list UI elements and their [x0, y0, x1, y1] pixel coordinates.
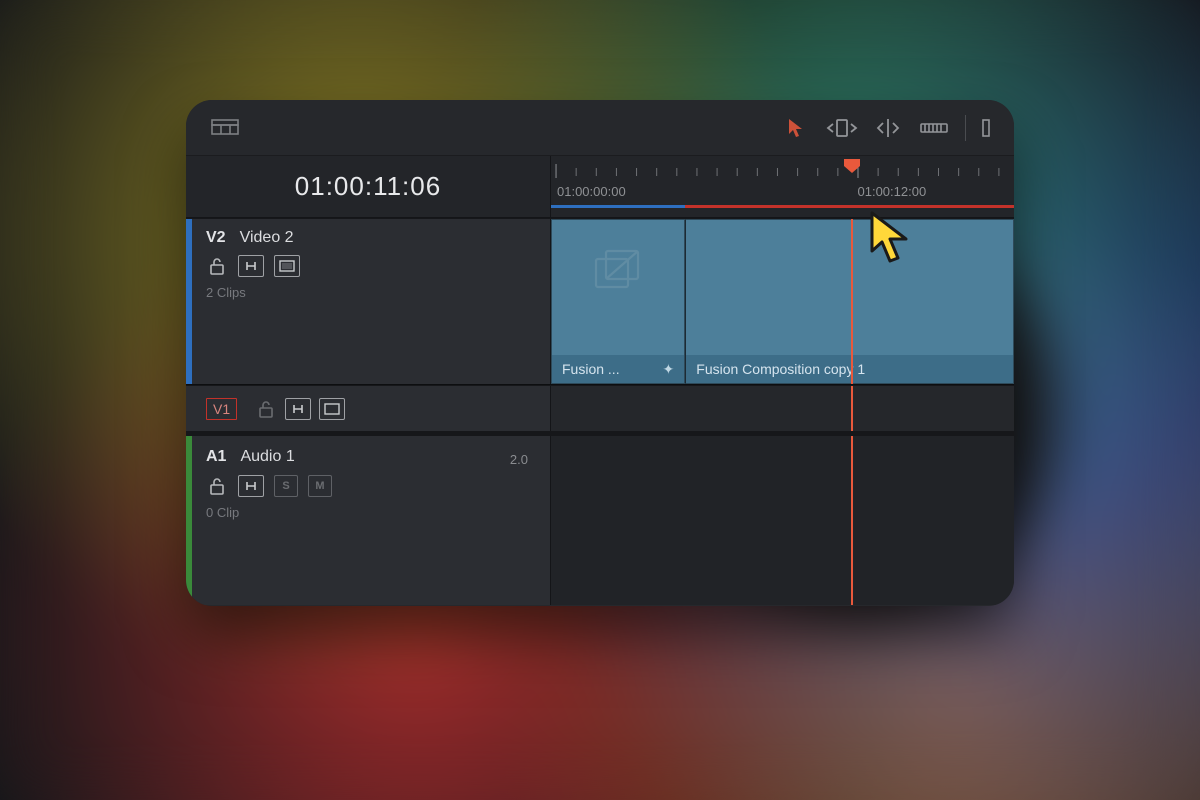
- clip-label-bar: Fusion ... ✦: [552, 355, 684, 383]
- track-lane-v1[interactable]: [551, 386, 1014, 431]
- trim-tool-icon[interactable]: [825, 111, 859, 145]
- track-header-v2[interactable]: V2 Video 2 2 Clips: [186, 219, 551, 384]
- track-id: A1: [206, 448, 226, 466]
- auto-select-icon[interactable]: [285, 398, 311, 420]
- ruler-label: 01:00:00:00: [557, 184, 626, 199]
- more-tools-icon[interactable]: [980, 111, 992, 145]
- clip-name: Fusion Composition copy 1: [696, 361, 865, 377]
- cursor-overlay-icon: [868, 211, 916, 272]
- playhead-marker[interactable]: [843, 158, 861, 174]
- fusion-clip-icon: [592, 249, 644, 298]
- track-id-badge[interactable]: V1: [206, 398, 237, 420]
- clip[interactable]: Fusion Composition copy 1: [685, 219, 1014, 384]
- sparkle-icon: ✦: [663, 361, 675, 378]
- timecode-ruler-row: 01:00:11:06 01:00:00:00 01:00:12:00: [186, 156, 1014, 218]
- ruler-ticks: [551, 162, 1014, 182]
- track-name[interactable]: Audio 1: [240, 448, 294, 466]
- track-header-v1[interactable]: V1: [186, 386, 551, 431]
- playhead-line[interactable]: [851, 386, 853, 431]
- blade-tool-icon[interactable]: [917, 111, 951, 145]
- toolbar-separator: [965, 115, 966, 141]
- dynamic-trim-tool-icon[interactable]: [871, 111, 905, 145]
- selection-tool-icon[interactable]: [779, 111, 813, 145]
- track-lane-v2[interactable]: Fusion ... ✦ Fusion Composition copy 1: [551, 219, 1014, 384]
- track-clip-count: 2 Clips: [206, 285, 536, 300]
- track-enable-icon[interactable]: [274, 255, 300, 277]
- timeline-view-options-icon[interactable]: [208, 111, 242, 145]
- track-enable-icon[interactable]: [319, 398, 345, 420]
- track-clip-count: 0 Clip: [206, 505, 536, 520]
- track-lane-a1[interactable]: [551, 436, 1014, 605]
- track-row-a1: A1 Audio 1 2.0 S M 0 Clip: [186, 435, 1014, 605]
- timeline-toolbar: [186, 100, 1014, 156]
- track-row-v1: V1: [186, 385, 1014, 431]
- auto-select-icon[interactable]: [238, 255, 264, 277]
- ruler-baseline: [551, 205, 1014, 217]
- clip-name: Fusion ...: [562, 361, 620, 377]
- track-name[interactable]: Video 2: [240, 229, 294, 247]
- current-timecode[interactable]: 01:00:11:06: [186, 156, 551, 217]
- clip[interactable]: Fusion ... ✦: [551, 219, 685, 384]
- lock-icon[interactable]: [206, 475, 228, 497]
- ruler-label: 01:00:12:00: [858, 184, 927, 199]
- lock-icon[interactable]: [206, 255, 228, 277]
- playhead-line[interactable]: [851, 219, 853, 384]
- timeline-panel: 01:00:11:06 01:00:00:00 01:00:12:00: [186, 100, 1014, 606]
- audio-channel-label: 2.0: [510, 446, 536, 467]
- clip-label-bar: Fusion Composition copy 1: [686, 355, 1013, 383]
- lock-icon[interactable]: [255, 398, 277, 420]
- timeline-tracks: V2 Video 2 2 Clips: [186, 218, 1014, 605]
- mute-button[interactable]: M: [308, 475, 332, 497]
- auto-select-icon[interactable]: [238, 475, 264, 497]
- playhead-line[interactable]: [851, 436, 853, 605]
- timeline-ruler[interactable]: 01:00:00:00 01:00:12:00: [551, 156, 1014, 217]
- track-id: V2: [206, 229, 226, 247]
- solo-button[interactable]: S: [274, 475, 298, 497]
- track-header-a1[interactable]: A1 Audio 1 2.0 S M 0 Clip: [186, 436, 551, 605]
